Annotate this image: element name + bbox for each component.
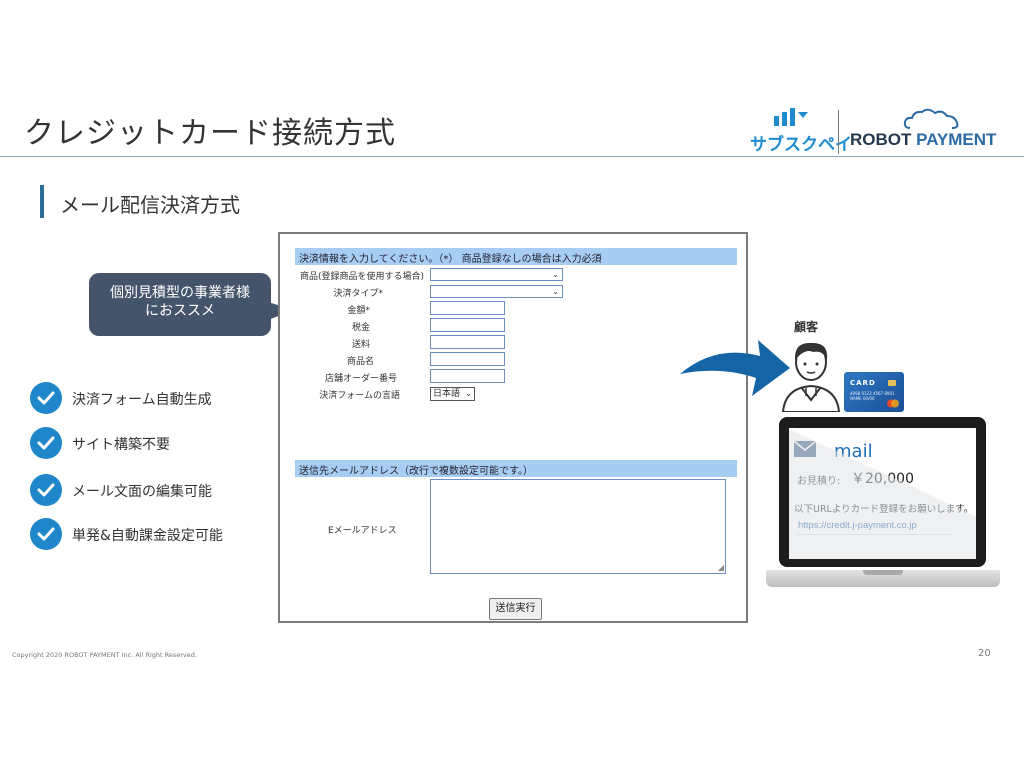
resize-grip-icon[interactable]: ◢ xyxy=(718,564,724,572)
cloud-icon xyxy=(903,108,959,129)
payment-form-screenshot: 決済情報を入力してください。（*） 商品登録なしの場合は入力必須 商品(登録商品… xyxy=(278,232,748,623)
field-label-payment-type: 決済タイプ* xyxy=(333,289,383,299)
feature-label: 決済フォーム自動生成 xyxy=(72,392,212,408)
mail-message: 以下URLよりカード登録をお願いします。 xyxy=(794,504,974,515)
form-header-recipient-email: 送信先メールアドレス（改行で複数設定可能です。） xyxy=(295,460,737,477)
field-label-tax: 税金 xyxy=(351,323,370,333)
section-subtitle: メール配信決済方式 xyxy=(60,193,240,217)
mail-title: mail xyxy=(834,441,873,462)
callout-line-1: 個別見積型の事業者様 xyxy=(110,285,250,301)
payment-type-select[interactable]: ⌄ xyxy=(430,285,563,298)
card-chip-icon xyxy=(888,380,896,386)
mastercard-icon xyxy=(887,399,899,408)
email-textarea[interactable]: ◢ xyxy=(430,479,726,574)
field-label-product-name: 商品名 xyxy=(346,357,374,367)
feature-label: 単発&自動課金設定可能 xyxy=(72,528,223,544)
customer-label: 顧客 xyxy=(794,320,819,334)
field-label-order-number: 店舗オーダー番号 xyxy=(324,374,397,384)
logo-robot-text: ROBOT xyxy=(850,130,912,149)
chevron-down-icon: ⌄ xyxy=(552,287,559,296)
estimate-label: お見積り: xyxy=(797,476,841,487)
title-rule xyxy=(0,156,1024,157)
feature-label: サイト構築不要 xyxy=(72,437,170,453)
robot-payment-logo: ROBOT PAYMENT xyxy=(850,104,1000,154)
product-select[interactable]: ⌄ xyxy=(430,268,563,281)
laptop-notch xyxy=(863,570,903,575)
logo-payment-text: PAYMENT xyxy=(916,130,997,149)
url-underline xyxy=(797,534,953,535)
field-label-shipping: 送料 xyxy=(351,340,370,350)
payment-url-link[interactable]: https://credit.j-payment.co.jp xyxy=(798,520,917,531)
check-icon xyxy=(30,474,62,506)
estimate-value: ￥20,000 xyxy=(851,471,914,487)
field-label-amount: 金額* xyxy=(347,306,370,316)
slide-title: クレジットカード接続方式 xyxy=(24,116,396,151)
page-number: 20 xyxy=(978,648,991,659)
field-label-form-language: 決済フォームの言語 xyxy=(319,391,400,401)
feature-label: メール文面の編集可能 xyxy=(72,484,212,500)
customer-person-icon xyxy=(781,342,841,412)
envelope-icon xyxy=(794,441,816,457)
bar-chart-icon xyxy=(774,108,808,126)
copyright: Copyright 2020 ROBOT PAYMENT Inc. All Ri… xyxy=(12,651,197,659)
credit-card-illustration: CARD 4998 0123 4567 8901 NAME 00/00 xyxy=(844,372,904,412)
tax-input[interactable] xyxy=(430,318,505,332)
field-label-email: Eメールアドレス xyxy=(328,526,397,536)
check-icon xyxy=(30,518,62,550)
check-icon xyxy=(30,427,62,459)
product-name-input[interactable] xyxy=(430,352,505,366)
chevron-down-icon: ⌄ xyxy=(552,270,559,279)
card-label: CARD xyxy=(850,379,876,387)
chevron-down-icon: ⌄ xyxy=(465,389,472,398)
shipping-input[interactable] xyxy=(430,335,505,349)
field-label-product: 商品(登録商品を使用する場合) xyxy=(299,272,424,282)
laptop-illustration: mail お見積り: ￥20,000 以下URLよりカード登録をお願いします。 … xyxy=(766,417,1000,589)
amount-input[interactable] xyxy=(430,301,505,315)
card-name-text: NAME 00/00 xyxy=(850,396,875,401)
subscpay-logo-text: サブスクペイ xyxy=(750,135,852,155)
subtitle-bar xyxy=(40,185,44,218)
form-language-value: 日本語 xyxy=(433,389,461,399)
form-language-select[interactable]: 日本語 ⌄ xyxy=(430,387,475,401)
subscpay-logo: サブスクペイ xyxy=(750,104,852,155)
order-number-input[interactable] xyxy=(430,369,505,383)
submit-button[interactable]: 送信実行 xyxy=(489,598,542,620)
form-header-payment-info: 決済情報を入力してください。（*） 商品登録なしの場合は入力必須 xyxy=(295,248,737,265)
robot-payment-logo-text: ROBOT PAYMENT xyxy=(850,130,996,150)
check-icon xyxy=(30,382,62,414)
laptop-screen: mail お見積り: ￥20,000 以下URLよりカード登録をお願いします。 … xyxy=(789,428,976,559)
logo-divider xyxy=(838,110,839,154)
curved-arrow-icon xyxy=(680,340,790,396)
